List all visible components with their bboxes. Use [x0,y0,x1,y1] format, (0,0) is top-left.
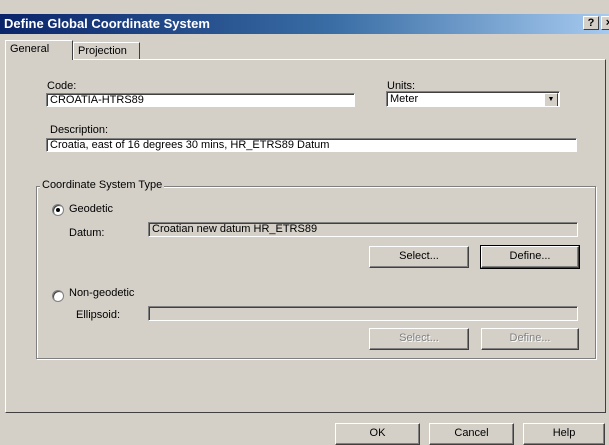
window-title: Define Global Coordinate System [4,16,210,31]
help-button[interactable]: Help [523,423,605,445]
tab-general[interactable]: General [5,40,73,60]
close-icon[interactable]: × [601,16,609,30]
tab-projection[interactable]: Projection [73,42,140,59]
general-tab-panel [5,59,606,413]
title-bar[interactable]: Define Global Coordinate System ? × [0,14,609,34]
ok-button[interactable]: OK [335,423,420,445]
group-legend: Coordinate System Type [40,179,165,191]
help-icon[interactable]: ? [583,16,599,30]
define-coordinate-system-dialog: Define Global Coordinate System ? × Gene… [0,0,609,445]
cancel-button[interactable]: Cancel [429,423,514,445]
